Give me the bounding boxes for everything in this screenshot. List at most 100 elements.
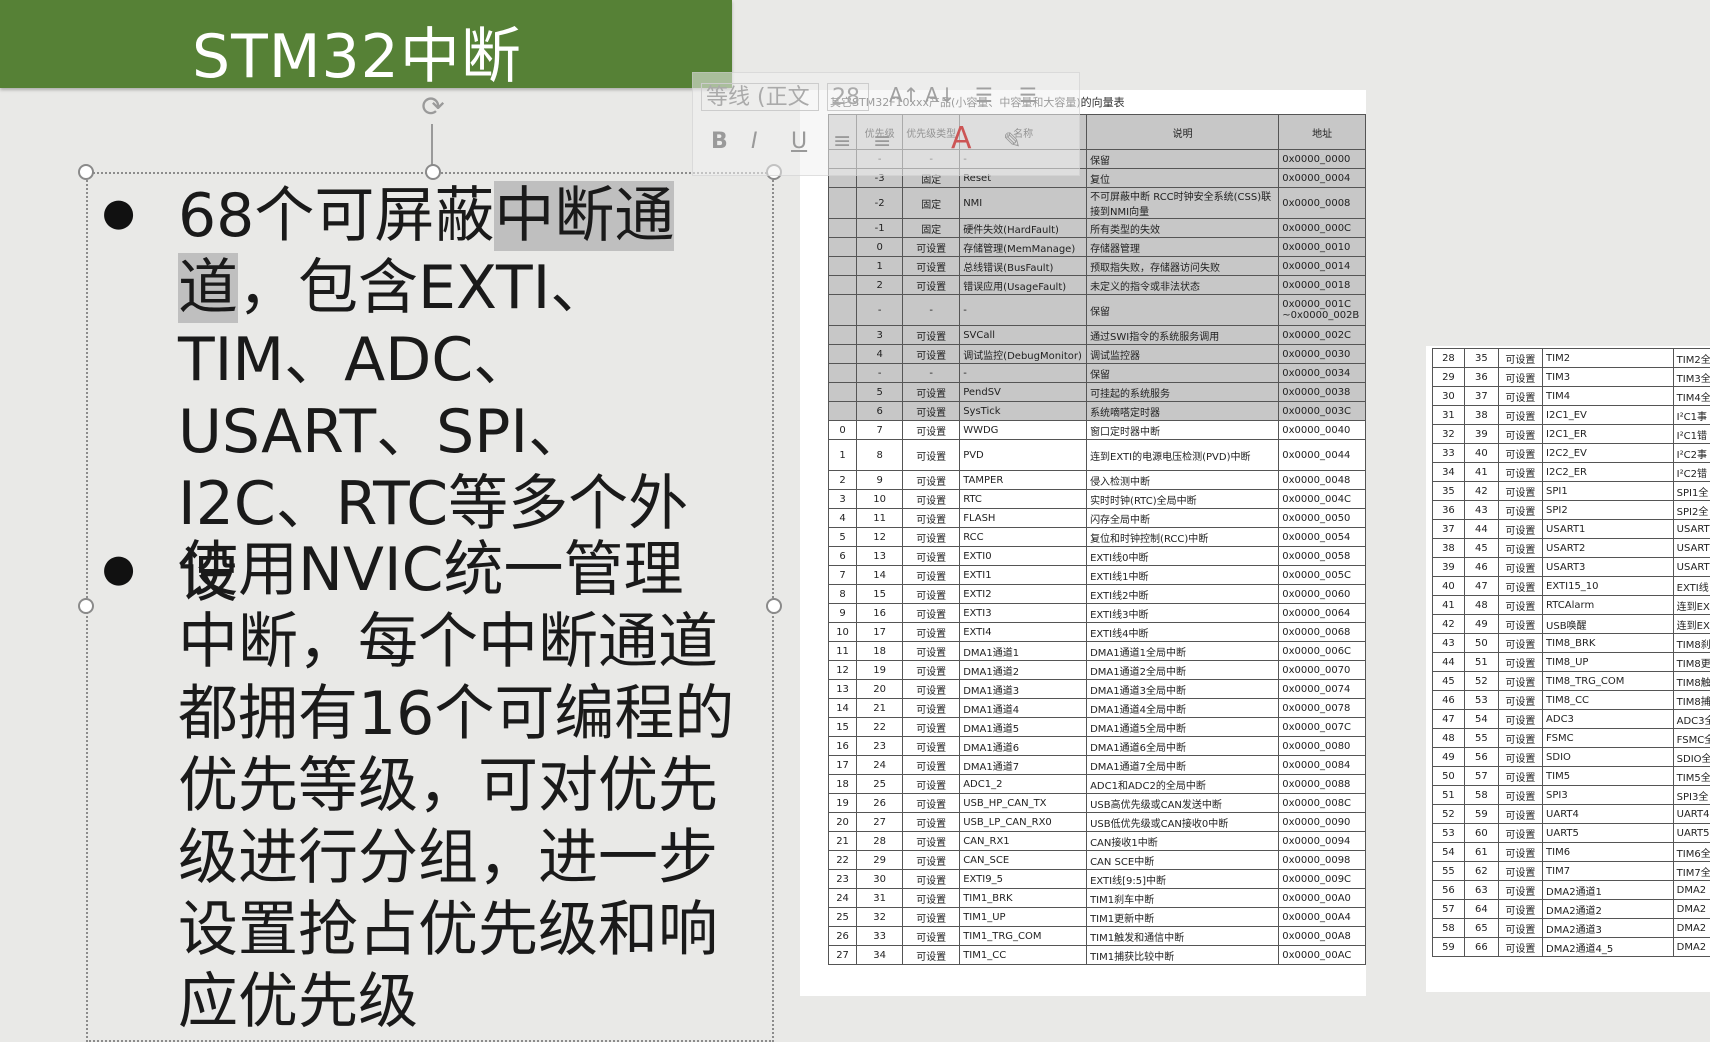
table-row: 40 47 可设置 EXTI15_10 EXTI线 <box>1432 576 1710 596</box>
table-header-cell: 说明 <box>1086 114 1280 150</box>
table-cell: 可设置 <box>1497 861 1544 881</box>
vector-table: 优先级优先级类型名称说明地址---保留0x0000_0000-3固定Reset复… <box>827 114 1366 965</box>
table-cell: DMA1通道1全局中断 <box>1086 641 1280 661</box>
table-row: 58 65 可设置 DMA2通道3 DMA2 <box>1432 918 1710 938</box>
table-cell: 20 <box>856 679 904 699</box>
decrease-font-icon[interactable]: A↓ <box>925 83 955 107</box>
table-cell: 1 <box>827 439 858 471</box>
table-cell: 18 <box>827 774 858 794</box>
table-cell: 17 <box>827 755 858 775</box>
table-cell: 12 <box>856 527 904 547</box>
table-row: 50 57 可设置 TIM5 TIM5全 <box>1432 766 1710 786</box>
table-row: 4754可设置ADC3ADC3全 <box>1432 709 1710 729</box>
table-cell: EXTI2 <box>959 584 1088 604</box>
font-name-box[interactable]: 等线 (正文 <box>701 83 819 111</box>
table-cell: 可设置 <box>902 546 961 566</box>
table-cell: 35 <box>1432 481 1465 501</box>
table-cell: 可设置 <box>902 584 961 604</box>
table-row: 32 39 可设置 I2C1_ER I²C1错 <box>1432 424 1710 444</box>
table-cell: I²C1错 <box>1672 424 1710 444</box>
table-cell: TIM8_UP <box>1542 652 1674 672</box>
table-cell: DMA2 <box>1672 899 1710 919</box>
table-cell: 可设置 <box>902 237 961 257</box>
table-cell: 可设置 <box>1497 557 1544 577</box>
table-cell: EXTI4 <box>959 622 1088 642</box>
table-cell: 0x0000_0088 <box>1278 774 1366 794</box>
table-cell: 可设置 <box>902 774 961 794</box>
table-cell: 46 <box>1463 557 1499 577</box>
table-cell: 可设置 <box>1497 709 1544 729</box>
table-row: 45 52 可设置 TIM8_TRG_COM TIM8触 <box>1432 671 1710 691</box>
table-cell: 37 <box>1432 519 1465 539</box>
table-cell: 可设置 <box>1497 443 1544 463</box>
underline-button[interactable]: U <box>791 129 807 154</box>
table-cell: 44 <box>1432 652 1465 672</box>
table-cell: 复位 <box>1086 168 1280 188</box>
table-cell: 0x0000_0000 <box>1278 149 1366 169</box>
table-cell: DMA1通道6全局中断 <box>1086 736 1280 756</box>
table-cell: 存储管理(MemManage) <box>959 237 1088 257</box>
table-cell: 4 <box>827 508 858 528</box>
table-cell: 36 <box>1432 500 1465 520</box>
table-cell: 0x0000_0074 <box>1278 679 1366 699</box>
table-cell: USART <box>1672 557 1710 577</box>
table-row: 10 17 可设置 EXTI4 EXTI线4中断 0x0000_0068 <box>827 622 1366 642</box>
resize-handle-top[interactable] <box>425 164 441 180</box>
table-cell: 可设置 <box>902 401 961 421</box>
bullet-text-2[interactable]: 使用NVIC统一管理中断，每个中断通道都拥有16个可编程的优先等级，可对优先级进… <box>178 534 738 1038</box>
bullets-icon[interactable]: ☰ <box>975 83 993 107</box>
table-cell: 通过SWI指令的系统服务调用 <box>1086 325 1280 345</box>
table-row: 29 36 可设置 TIM3 TIM3全 <box>1432 367 1710 387</box>
table-row: 22 29 可设置 CAN_SCE CAN SCE中断 0x0000_0098 <box>827 850 1366 870</box>
table-cell <box>827 294 858 326</box>
table-row: 39 46 可设置 USART3 USART <box>1432 557 1710 577</box>
table-row: 18 25 可设置 ADC1_2 ADC1和ADC2的全局中断 0x0000_0088 <box>827 774 1366 794</box>
bold-button[interactable]: B <box>711 129 728 154</box>
table-cell: 可设置 <box>902 344 961 364</box>
increase-font-icon[interactable]: A↑ <box>889 83 919 107</box>
resize-handle-right[interactable] <box>766 598 782 614</box>
table-cell: 8 <box>856 439 904 471</box>
font-color-button[interactable]: A <box>951 121 972 156</box>
table-cell: 可设置 <box>902 565 961 585</box>
table-cell: 0x0000_002C <box>1278 325 1366 345</box>
table-cell: 28 <box>856 831 904 851</box>
resize-handle-left[interactable] <box>78 598 94 614</box>
font-size-box[interactable]: 28 <box>827 83 869 111</box>
table-cell: EXTI线0中断 <box>1086 546 1280 566</box>
table-cell: DMA1通道7全局中断 <box>1086 755 1280 775</box>
table-cell <box>827 275 858 295</box>
table-cell: 可设置 <box>1497 804 1544 824</box>
table-cell: UART5 <box>1542 823 1674 843</box>
table-cell: 37 <box>1463 386 1499 406</box>
table-row: 1 8 可设置 PVD 连到EXTI的电源电压检测(PVD)中断 0x0000_0044 <box>827 439 1366 471</box>
vector-table-continued-image: 28 35 可设置 TIM2 TIM2全 29 36 可设置 TIM3 TIM3全 30 37 可设置 T… <box>1426 346 1710 992</box>
table-cell: 可设置 <box>902 622 961 642</box>
table-cell: USB_LP_CAN_RX0 <box>959 812 1088 832</box>
table-cell: 0x0000_0030 <box>1278 344 1366 364</box>
resize-handle-top-left[interactable] <box>78 164 94 180</box>
table-cell: TIM2 <box>1542 348 1674 368</box>
table-cell: 5 <box>827 527 858 547</box>
table-cell: DMA1通道6 <box>959 736 1088 756</box>
rotate-handle-icon[interactable]: ⟳ <box>418 92 448 122</box>
table-row: 30 37 可设置 TIM4 TIM4全 <box>1432 386 1710 406</box>
table-cell: 0x0000_0034 <box>1278 363 1366 383</box>
table-cell: DMA1通道4全局中断 <box>1086 698 1280 718</box>
table-row: 24 31 可设置 TIM1_BRK TIM1刹车中断 0x0000_00A0 <box>827 888 1366 908</box>
table-cell: 可设置 <box>902 527 961 547</box>
numbering-icon[interactable]: ☰ <box>1019 83 1037 107</box>
align-icon[interactable]: ≡ <box>833 129 851 154</box>
table-cell: 可设置 <box>902 439 961 471</box>
table-row: 34 41 可设置 I2C2_ER I²C2错 <box>1432 462 1710 482</box>
italic-button[interactable]: I <box>751 129 758 154</box>
format-painter-icon[interactable]: ✎ <box>1003 129 1021 154</box>
table-cell: 48 <box>1432 728 1465 748</box>
table-cell: 可设置 <box>902 275 961 295</box>
slide-title: STM32中断 <box>192 22 522 92</box>
table-cell: 可设置 <box>1497 500 1544 520</box>
table-cell: 可设置 <box>902 831 961 851</box>
table-cell: USB_HP_CAN_TX <box>959 793 1088 813</box>
align-center-icon[interactable]: ≡ <box>873 129 891 154</box>
table-cell: 实时时钟(RTC)全局中断 <box>1086 489 1280 509</box>
